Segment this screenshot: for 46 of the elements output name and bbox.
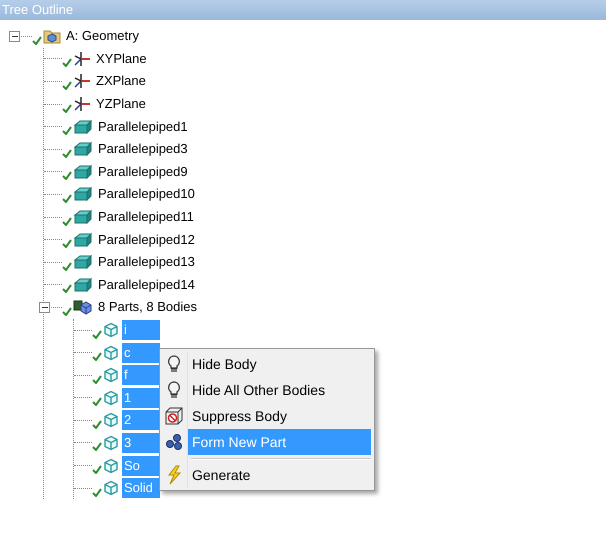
tree-item-label[interactable]: Parallelepiped1 bbox=[96, 116, 190, 137]
box-icon bbox=[73, 141, 93, 158]
lightbulb-icon bbox=[166, 381, 180, 399]
menu-item[interactable]: Generate bbox=[160, 462, 374, 488]
box-icon bbox=[73, 164, 93, 180]
box-icon bbox=[73, 232, 93, 248]
cube-outline-icon bbox=[103, 367, 119, 384]
box-icon bbox=[73, 186, 93, 202]
tree-item-label[interactable]: Parallelepiped3 bbox=[96, 139, 190, 160]
tree-item-label[interactable]: Parallelepiped11 bbox=[96, 207, 196, 228]
cube-outline-icon bbox=[103, 322, 119, 338]
cube-outline-icon bbox=[103, 434, 119, 451]
tree-item-label[interactable]: Parallelepiped12 bbox=[96, 230, 197, 250]
tree-item-label[interactable]: XYPlane bbox=[94, 48, 149, 69]
tree-item-label[interactable]: YZPlane bbox=[94, 94, 148, 114]
collapse-toggle[interactable] bbox=[39, 302, 50, 314]
cubes-icon bbox=[73, 298, 93, 316]
folder-cube-icon bbox=[43, 28, 61, 44]
tree-item-label[interactable]: Parallelepiped13 bbox=[96, 252, 197, 272]
axes-icon bbox=[73, 73, 91, 90]
box-icon bbox=[73, 276, 93, 293]
collapse-toggle[interactable] bbox=[9, 31, 20, 42]
lightbulb-icon bbox=[166, 355, 180, 373]
menu-item[interactable]: Hide All Other Bodies bbox=[160, 377, 374, 403]
tree-item-label[interactable]: ZXPlane bbox=[94, 71, 148, 92]
box-icon bbox=[73, 254, 93, 270]
tree-item-label[interactable]: 8 Parts, 8 Bodies bbox=[96, 297, 199, 318]
box-icon bbox=[73, 209, 93, 226]
axes-icon bbox=[73, 50, 91, 67]
tree-item-label[interactable]: A: Geometry bbox=[64, 26, 141, 46]
cube-outline-icon bbox=[103, 458, 119, 474]
cube-outline-icon bbox=[103, 344, 119, 361]
tree-item-label[interactable]: Parallelepiped10 bbox=[96, 184, 197, 204]
panel-title: Tree Outline bbox=[2, 1, 74, 20]
cube-outline-icon bbox=[103, 412, 119, 428]
menu-item[interactable]: Hide Body bbox=[160, 351, 374, 377]
cubes-icon bbox=[164, 433, 184, 451]
cube-outline-icon bbox=[103, 480, 119, 496]
axes-icon bbox=[73, 96, 91, 112]
box-icon bbox=[73, 118, 93, 135]
cube-outline-icon bbox=[103, 390, 119, 406]
suppressed-box-icon bbox=[164, 407, 184, 425]
tree-item-label[interactable]: Parallelepiped14 bbox=[96, 274, 197, 295]
menu-item[interactable]: Suppress Body bbox=[160, 403, 374, 429]
tree-item-label[interactable]: Parallelepiped9 bbox=[96, 162, 190, 182]
lightning-icon bbox=[166, 465, 182, 485]
